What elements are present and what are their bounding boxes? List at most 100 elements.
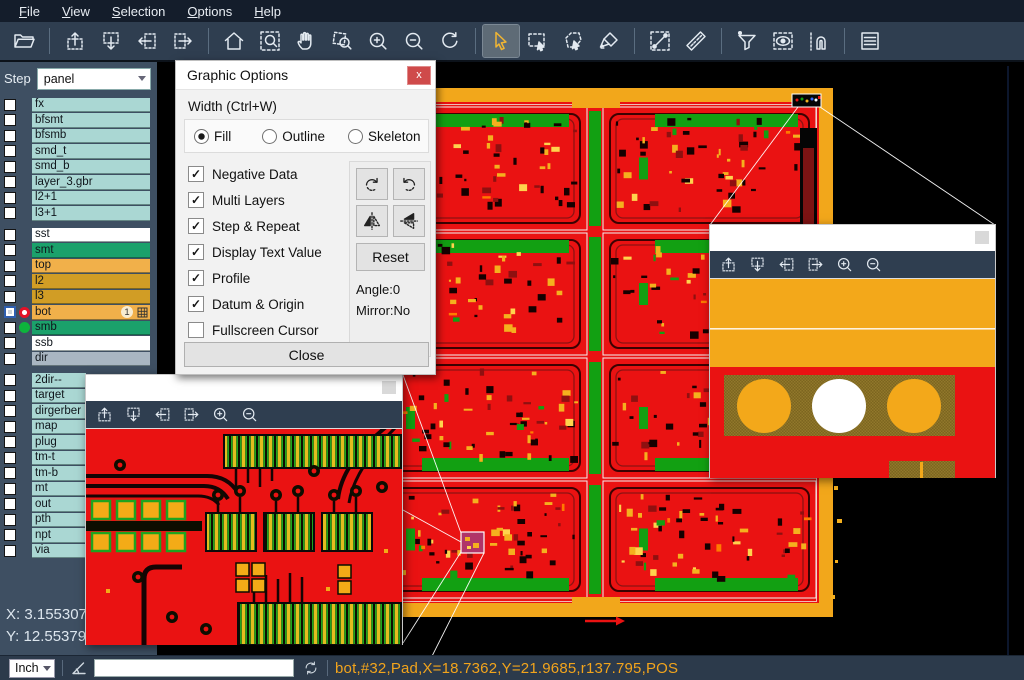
layer-checkbox[interactable] bbox=[4, 192, 16, 204]
home-button[interactable] bbox=[216, 25, 252, 57]
checkbox-profile[interactable]: ✓Profile bbox=[188, 265, 322, 291]
open-folder-button[interactable] bbox=[6, 25, 42, 57]
layer-label[interactable]: bfsmt bbox=[32, 113, 150, 128]
layer-label[interactable]: pth bbox=[32, 513, 86, 528]
layer-label[interactable]: bot1 bbox=[32, 305, 150, 320]
layer-row-bfsmb[interactable]: bfsmb bbox=[0, 128, 157, 144]
layer-checkbox[interactable] bbox=[4, 99, 16, 111]
rotate-ccw-button[interactable] bbox=[393, 168, 425, 200]
show-selection-button[interactable] bbox=[765, 25, 801, 57]
layer-label[interactable]: smd_t bbox=[32, 144, 150, 159]
pan-up-button[interactable] bbox=[714, 253, 743, 277]
layer-label[interactable]: smt bbox=[32, 243, 150, 258]
layer-label[interactable]: sst bbox=[32, 228, 150, 243]
layer-checkbox[interactable] bbox=[4, 306, 16, 318]
layer-label[interactable]: target bbox=[32, 389, 86, 404]
clean-brush-button[interactable] bbox=[591, 25, 627, 57]
select-arrow-button[interactable] bbox=[483, 25, 519, 57]
zoom-object-button[interactable] bbox=[324, 25, 360, 57]
layer-checkbox[interactable] bbox=[4, 229, 16, 241]
unit-dropdown[interactable]: Inch bbox=[9, 659, 55, 678]
checkbox-datum-origin[interactable]: ✓Datum & Origin bbox=[188, 291, 322, 317]
flip-horizontal-button[interactable] bbox=[356, 205, 388, 237]
layer-label[interactable]: via bbox=[32, 544, 86, 559]
layer-label[interactable]: l2 bbox=[32, 274, 150, 289]
layer-label[interactable]: l3+1 bbox=[32, 206, 150, 221]
pan-right-button[interactable] bbox=[165, 25, 201, 57]
layer-row-fx[interactable]: fx bbox=[0, 97, 157, 113]
layer-label[interactable]: dir bbox=[32, 352, 150, 367]
close-button[interactable]: Close bbox=[184, 342, 429, 367]
layer-label[interactable]: mt bbox=[32, 482, 86, 497]
layer-checkbox[interactable] bbox=[4, 337, 16, 349]
menu-item-options[interactable]: Options bbox=[176, 2, 243, 21]
layer-checkbox[interactable] bbox=[4, 275, 16, 287]
pan-up-button[interactable] bbox=[57, 25, 93, 57]
layer-row-layer_3.gbr[interactable]: layer_3.gbr bbox=[0, 175, 157, 191]
layer-row-l2+1[interactable]: l2+1 bbox=[0, 190, 157, 206]
layer-row-sst[interactable]: sst bbox=[0, 227, 157, 243]
pan-up-button[interactable] bbox=[90, 403, 119, 427]
layer-row-bfsmt[interactable]: bfsmt bbox=[0, 113, 157, 129]
layer-checkbox[interactable] bbox=[4, 353, 16, 365]
command-input[interactable] bbox=[94, 659, 294, 677]
checkbox-step-repeat[interactable]: ✓Step & Repeat bbox=[188, 213, 322, 239]
layer-label[interactable]: fx bbox=[32, 98, 150, 113]
menu-item-view[interactable]: View bbox=[51, 2, 101, 21]
layer-checkbox[interactable] bbox=[4, 436, 16, 448]
layer-label[interactable]: tm-b bbox=[32, 466, 86, 481]
layer-label[interactable]: layer_3.gbr bbox=[32, 175, 150, 190]
zoom-window-button[interactable] bbox=[252, 25, 288, 57]
layer-checkbox[interactable] bbox=[4, 498, 16, 510]
select-polygon-button[interactable] bbox=[555, 25, 591, 57]
layer-checkbox[interactable] bbox=[4, 260, 16, 272]
pan-down-button[interactable] bbox=[743, 253, 772, 277]
checkbox-multi-layers[interactable]: ✓Multi Layers bbox=[188, 187, 322, 213]
zoom-out-button[interactable] bbox=[396, 25, 432, 57]
layer-label[interactable]: l3 bbox=[32, 290, 150, 305]
menu-item-selection[interactable]: Selection bbox=[101, 2, 176, 21]
layer-label[interactable]: smd_b bbox=[32, 160, 150, 175]
layer-checkbox[interactable] bbox=[4, 322, 16, 334]
reset-button[interactable]: Reset bbox=[356, 243, 425, 271]
zoom-previous-button[interactable] bbox=[432, 25, 468, 57]
radio-outline[interactable]: Outline bbox=[262, 129, 325, 144]
layer-label[interactable]: smb bbox=[32, 321, 150, 336]
layer-label[interactable]: ssb bbox=[32, 336, 150, 351]
layer-label[interactable]: out bbox=[32, 497, 86, 512]
pan-hand-button[interactable] bbox=[288, 25, 324, 57]
measure-ruler-button[interactable] bbox=[678, 25, 714, 57]
layer-row-dir[interactable]: dir bbox=[0, 351, 157, 367]
filter-button[interactable] bbox=[729, 25, 765, 57]
magnifier-right-titlebar[interactable] bbox=[710, 225, 995, 251]
snap-magnet-button[interactable] bbox=[801, 25, 837, 57]
measure-distance-button[interactable] bbox=[642, 25, 678, 57]
radio-fill[interactable]: Fill bbox=[194, 129, 231, 144]
layer-checkbox[interactable] bbox=[4, 467, 16, 479]
dialog-close-button[interactable]: x bbox=[407, 66, 431, 85]
layer-checkbox[interactable] bbox=[4, 374, 16, 386]
layer-row-l2[interactable]: l2 bbox=[0, 274, 157, 290]
flip-vertical-button[interactable] bbox=[393, 205, 425, 237]
layer-checkbox[interactable] bbox=[4, 130, 16, 142]
layer-row-smd_t[interactable]: smd_t bbox=[0, 144, 157, 160]
layer-row-bot[interactable]: bot1 bbox=[0, 305, 157, 321]
menu-item-help[interactable]: Help bbox=[243, 2, 292, 21]
radio-skeleton[interactable]: Skeleton bbox=[348, 129, 421, 144]
layer-checkbox[interactable] bbox=[4, 114, 16, 126]
checkbox-negative-data[interactable]: ✓Negative Data bbox=[188, 161, 322, 187]
layer-checkbox[interactable] bbox=[4, 405, 16, 417]
checkbox-fullscreen-cursor[interactable]: Fullscreen Cursor bbox=[188, 317, 322, 343]
layer-row-smb[interactable]: smb bbox=[0, 320, 157, 336]
layer-label[interactable]: top bbox=[32, 259, 150, 274]
zoom-in-button[interactable] bbox=[206, 403, 235, 427]
layer-checkbox[interactable] bbox=[4, 161, 16, 173]
magnifier-left-content[interactable] bbox=[86, 428, 402, 645]
step-dropdown[interactable]: panel bbox=[37, 68, 151, 90]
layer-row-ssb[interactable]: ssb bbox=[0, 336, 157, 352]
layer-label[interactable]: plug bbox=[32, 435, 86, 450]
layer-label[interactable]: bfsmb bbox=[32, 129, 150, 144]
zoom-out-button[interactable] bbox=[859, 253, 888, 277]
layer-checkbox[interactable] bbox=[4, 529, 16, 541]
layer-checkbox[interactable] bbox=[4, 291, 16, 303]
